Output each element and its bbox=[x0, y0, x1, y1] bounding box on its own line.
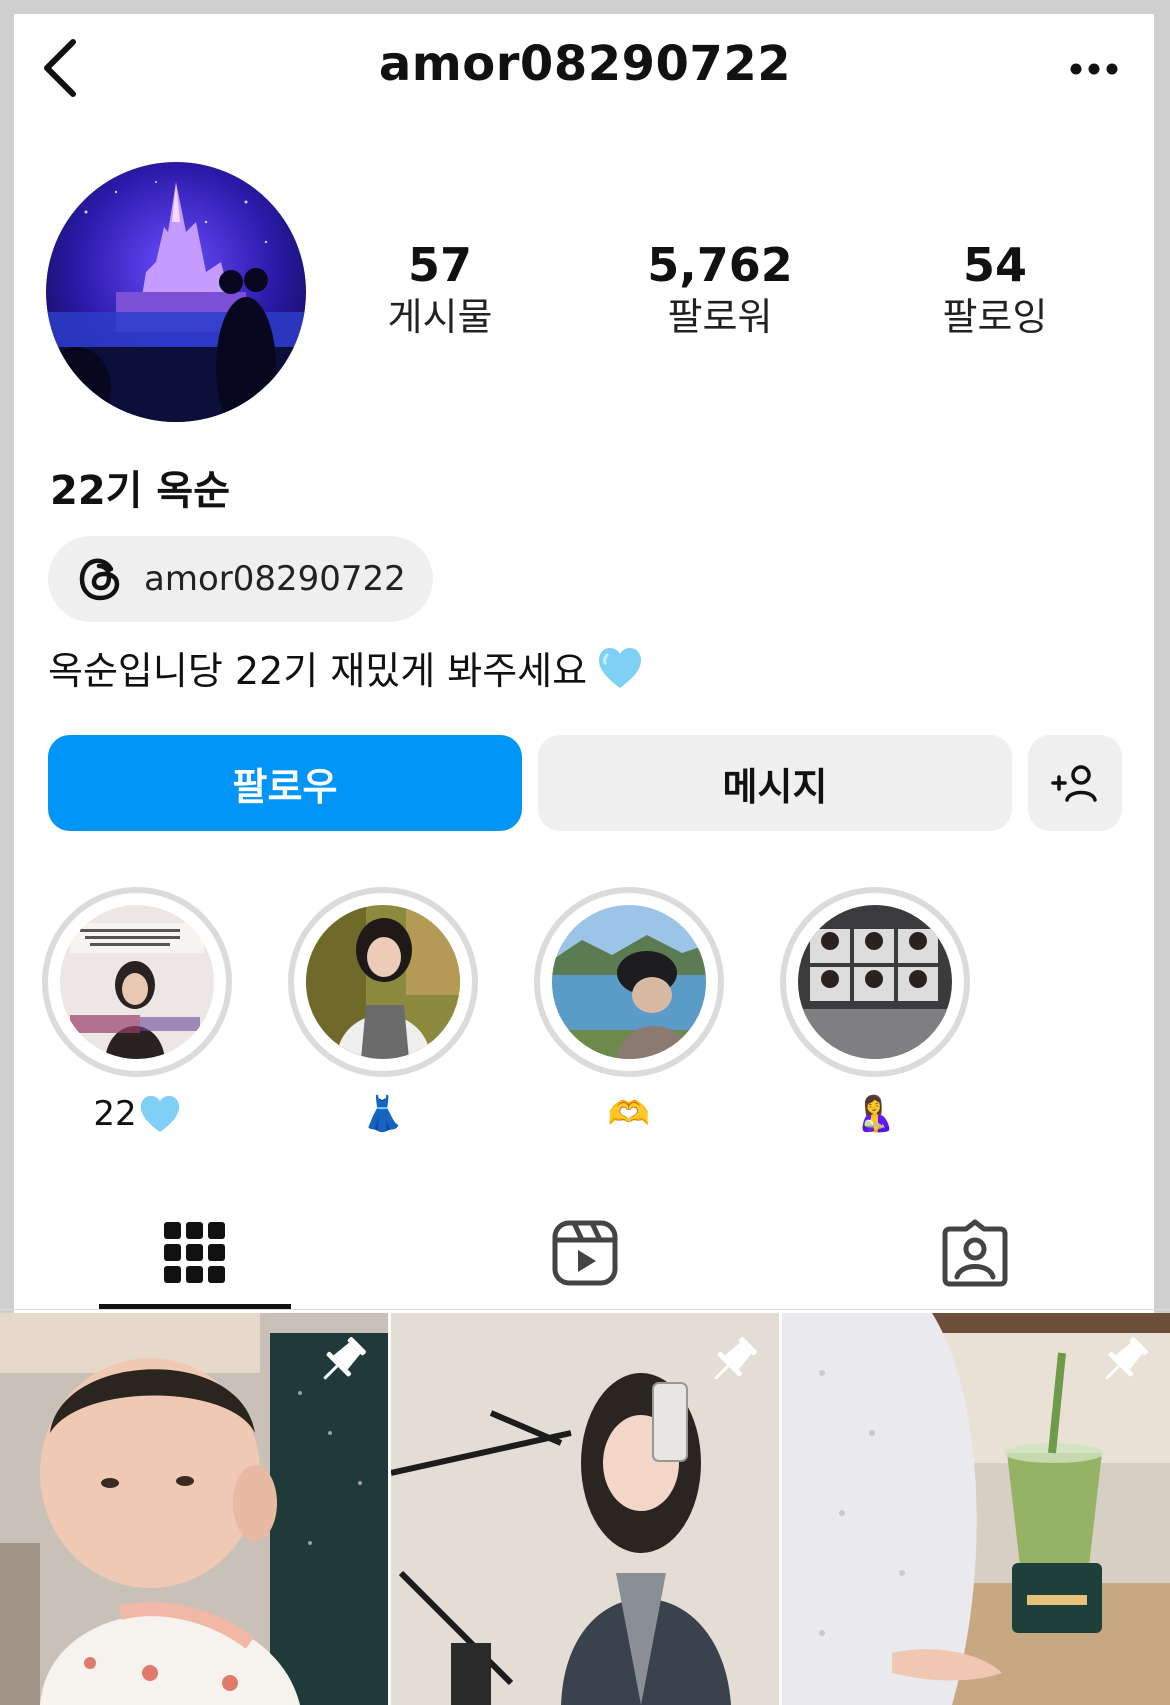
highlight-ring bbox=[780, 887, 970, 1077]
tab-tagged[interactable] bbox=[875, 1195, 1075, 1310]
posts-label: 게시물 bbox=[387, 295, 493, 339]
followers-stat[interactable]: 5,762 팔로워 bbox=[610, 238, 830, 342]
profile-stats: 57 게시물 5,762 팔로워 54 팔로잉 bbox=[330, 238, 1130, 348]
posts-grid bbox=[0, 1313, 1170, 1705]
grid-icon bbox=[164, 1221, 225, 1283]
reels-icon bbox=[552, 1220, 618, 1285]
pinned-icon bbox=[323, 1337, 366, 1380]
followers-label: 팔로워 bbox=[667, 295, 773, 339]
highlight-item[interactable]: 👗 bbox=[288, 887, 478, 1137]
highlight-ring bbox=[288, 887, 478, 1077]
following-count: 54 bbox=[962, 238, 1027, 292]
display-name: 22기 옥순 bbox=[50, 468, 230, 514]
add-person-icon bbox=[1051, 765, 1097, 802]
top-bar: amor08290722 bbox=[0, 0, 1170, 150]
light-blue-heart-icon bbox=[599, 647, 642, 688]
pinned-icon bbox=[1105, 1337, 1148, 1380]
profile-username-title: amor08290722 bbox=[378, 36, 792, 92]
post-thumbnail[interactable] bbox=[391, 1313, 779, 1705]
highlight-cover bbox=[552, 905, 706, 1059]
posts-stat[interactable]: 57 게시물 bbox=[330, 238, 550, 342]
highlight-item[interactable]: 🤱 bbox=[780, 887, 970, 1137]
threads-badge[interactable]: amor08290722 bbox=[48, 536, 433, 622]
highlight-ring bbox=[42, 887, 232, 1077]
highlight-label: 22 bbox=[42, 1091, 232, 1137]
highlight-cover bbox=[798, 905, 952, 1059]
following-label: 팔로잉 bbox=[942, 295, 1048, 339]
following-stat[interactable]: 54 팔로잉 bbox=[885, 238, 1105, 342]
highlight-cover bbox=[306, 905, 460, 1059]
more-horizontal-icon bbox=[1070, 63, 1118, 75]
message-button[interactable]: 메시지 bbox=[538, 735, 1012, 831]
active-tab-indicator bbox=[99, 1304, 291, 1309]
highlight-ring bbox=[534, 887, 724, 1077]
profile-bio: 옥순입니당 22기 재밌게 봐주세요 bbox=[48, 640, 643, 695]
tab-posts-grid[interactable] bbox=[95, 1195, 295, 1310]
post-thumbnail[interactable] bbox=[0, 1313, 388, 1705]
tab-reels[interactable] bbox=[485, 1195, 685, 1310]
profile-screen: amor08290722 57 게시물 5,762 팔로워 54 팔로잉 22기… bbox=[0, 0, 1170, 1705]
posts-count: 57 bbox=[407, 238, 472, 292]
followers-count: 5,762 bbox=[647, 238, 793, 292]
highlight-item[interactable]: 🫶 bbox=[534, 887, 724, 1137]
profile-tabs bbox=[0, 1195, 1170, 1310]
follow-button[interactable]: 팔로우 bbox=[48, 735, 522, 831]
threads-icon bbox=[79, 558, 120, 601]
tagged-icon bbox=[942, 1219, 1008, 1286]
bio-text: 옥순입니당 22기 재밌게 봐주세요 bbox=[48, 649, 588, 693]
screen-edge-right bbox=[1154, 0, 1170, 1313]
pinned-icon bbox=[714, 1337, 757, 1380]
suggest-people-button[interactable] bbox=[1028, 735, 1122, 831]
light-blue-heart-icon bbox=[140, 1095, 179, 1133]
profile-avatar[interactable] bbox=[46, 162, 306, 422]
highlight-label: 👗 bbox=[361, 1094, 405, 1134]
threads-handle: amor08290722 bbox=[144, 559, 406, 599]
screen-edge-left bbox=[0, 0, 14, 1313]
highlight-label: 🫶 bbox=[607, 1094, 651, 1134]
highlight-cover bbox=[60, 905, 214, 1059]
highlight-label: 🤱 bbox=[853, 1094, 897, 1134]
highlight-label-text: 22 bbox=[93, 1094, 137, 1134]
highlight-item[interactable]: 22 bbox=[42, 887, 232, 1137]
more-options-button[interactable] bbox=[1054, 44, 1134, 94]
avatar-image bbox=[46, 162, 306, 422]
post-thumbnail[interactable] bbox=[782, 1313, 1170, 1705]
